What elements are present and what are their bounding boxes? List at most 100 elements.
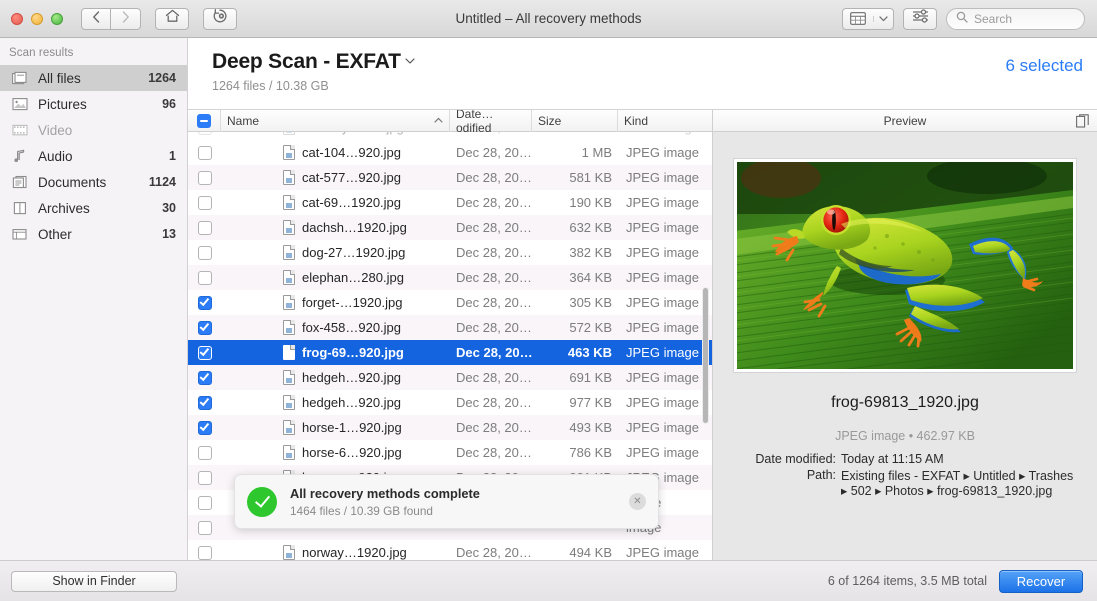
close-window-button[interactable] xyxy=(11,12,23,25)
sidebar-item-other[interactable]: Other 13 xyxy=(0,221,187,247)
row-checkbox-cell[interactable] xyxy=(188,365,221,390)
table-row[interactable]: hedgeh…920.jpg Dec 28, 20… 977 KB JPEG imag… xyxy=(188,390,712,415)
search-field[interactable]: Search xyxy=(946,7,1085,30)
row-checkbox-cell[interactable] xyxy=(188,415,221,440)
back-button[interactable] xyxy=(81,7,111,30)
row-checkbox[interactable] xyxy=(197,445,212,460)
selected-count-label[interactable]: 6 selected xyxy=(1006,50,1084,76)
column-header-size[interactable]: Size xyxy=(532,110,618,132)
column-header-name[interactable]: Name xyxy=(221,110,450,132)
row-checkbox-cell[interactable] xyxy=(188,165,221,190)
row-checkbox-cell[interactable] xyxy=(188,490,221,515)
column-header-label: Name xyxy=(227,113,260,128)
chevron-down-icon[interactable] xyxy=(405,56,415,68)
row-checkbox-cell[interactable] xyxy=(188,140,221,165)
row-checkbox-cell[interactable] xyxy=(188,215,221,240)
scan-info: Deep Scan - EXFAT 1264 files / 10.38 GB xyxy=(212,50,1006,93)
row-checkbox[interactable] xyxy=(197,395,212,410)
column-header-kind[interactable]: Kind xyxy=(618,110,712,132)
row-checkbox[interactable] xyxy=(197,420,212,435)
file-name-text: hedgeh…920.jpg xyxy=(302,370,402,385)
row-checkbox[interactable] xyxy=(197,545,212,560)
forward-button[interactable] xyxy=(111,7,141,30)
row-checkbox[interactable] xyxy=(197,520,212,535)
traffic-light-group xyxy=(0,12,63,25)
row-checkbox-cell[interactable] xyxy=(188,340,221,365)
row-checkbox-cell[interactable] xyxy=(188,440,221,465)
sidebar-item-all-files[interactable]: All files 1264 xyxy=(0,65,187,91)
sidebar-item-audio[interactable]: Audio 1 xyxy=(0,143,187,169)
session-history-button[interactable] xyxy=(203,7,237,30)
table-row[interactable]: horse-1…920.jpg Dec 28, 20… 493 KB JPEG ima… xyxy=(188,415,712,440)
row-checkbox[interactable] xyxy=(197,295,212,310)
table-row[interactable]: cat-577…920.jpg Dec 28, 20… 581 KB JPEG ima… xyxy=(188,165,712,190)
row-checkbox-cell[interactable] xyxy=(188,315,221,340)
sidebar-item-archives[interactable]: Archives 30 xyxy=(0,195,187,221)
table-row[interactable]: dog-27…1920.jpg Dec 28, 20… 382 KB JPEG ima… xyxy=(188,240,712,265)
view-mode-button[interactable] xyxy=(842,7,894,30)
home-button[interactable] xyxy=(155,7,189,30)
row-checkbox[interactable] xyxy=(197,220,212,235)
row-checkbox[interactable] xyxy=(197,320,212,335)
table-row[interactable]: frog-69…920.jpg Dec 28, 20… 463 KB JPEG ima… xyxy=(188,340,712,365)
sidebar-item-documents[interactable]: Documents 1124 xyxy=(0,169,187,195)
picture-icon xyxy=(12,97,29,112)
row-checkbox[interactable] xyxy=(197,470,212,485)
table-row[interactable]: cat-104…920.jpg Dec 28, 20… 1 MB JPEG image xyxy=(188,140,712,165)
file-name-text: norway…1920.jpg xyxy=(302,545,407,560)
table-row[interactable]: cat-69…1920.jpg Dec 28, 20… 190 KB JPEG ima… xyxy=(188,190,712,215)
file-name-text: dachsh…1920.jpg xyxy=(302,220,407,235)
copy-pages-icon[interactable] xyxy=(1076,114,1089,131)
recover-button[interactable]: Recover xyxy=(999,569,1083,593)
select-all-cell[interactable] xyxy=(188,110,221,132)
table-row-clipped[interactable]: butterfly…920.jpgDec 28, 20…161 KBJPEG i… xyxy=(188,132,712,140)
row-checkbox[interactable] xyxy=(197,495,212,510)
cell-kind: JPEG image xyxy=(626,445,699,460)
sidebar-item-pictures[interactable]: Pictures 96 xyxy=(0,91,187,117)
row-checkbox-cell[interactable] xyxy=(188,390,221,415)
row-checkbox[interactable] xyxy=(197,370,212,385)
table-row[interactable]: fox-458…920.jpg Dec 28, 20… 572 KB JPEG ima… xyxy=(188,315,712,340)
row-checkbox[interactable] xyxy=(197,270,212,285)
minimize-window-button[interactable] xyxy=(31,12,43,25)
row-checkbox-cell[interactable] xyxy=(188,240,221,265)
show-in-finder-button[interactable]: Show in Finder xyxy=(11,570,177,592)
row-checkbox-cell[interactable] xyxy=(188,290,221,315)
file-name-text: elephan…280.jpg xyxy=(302,270,404,285)
filter-options-button[interactable] xyxy=(903,7,937,30)
notification-toast: All recovery methods complete 1464 files… xyxy=(234,474,659,529)
sidebar-item-count: 13 xyxy=(162,227,176,241)
chevron-down-icon xyxy=(873,15,893,22)
maximize-window-button[interactable] xyxy=(51,12,63,25)
close-icon[interactable]: ✕ xyxy=(629,493,646,510)
search-placeholder: Search xyxy=(974,11,1013,26)
row-checkbox-cell[interactable] xyxy=(188,515,221,540)
sidebar-item-count: 1264 xyxy=(148,71,176,85)
table-row[interactable]: elephan…280.jpg Dec 28, 20… 364 KB JPEG ima… xyxy=(188,265,712,290)
row-checkbox[interactable] xyxy=(197,170,212,185)
row-checkbox-cell[interactable] xyxy=(188,265,221,290)
table-row[interactable]: dachsh…1920.jpg Dec 28, 20… 632 KB JPEG ima… xyxy=(188,215,712,240)
table-row[interactable]: norway…1920.jpg Dec 28, 20… 494 KB JPEG ima… xyxy=(188,540,712,560)
row-checkbox-cell[interactable] xyxy=(188,190,221,215)
row-checkbox[interactable] xyxy=(197,245,212,260)
select-all-checkbox[interactable] xyxy=(197,113,211,128)
row-checkbox-cell[interactable] xyxy=(188,540,221,560)
table-row[interactable]: hedgeh…920.jpg Dec 28, 20… 691 KB JPEG imag… xyxy=(188,365,712,390)
column-header-date-modified[interactable]: Date…odified xyxy=(450,110,532,135)
table-row[interactable]: horse-6…920.jpg Dec 28, 20… 786 KB JPEG ima… xyxy=(188,440,712,465)
table-row[interactable]: forget-…1920.jpg Dec 28, 20… 305 KB JPEG im… xyxy=(188,290,712,315)
row-checkbox-cell[interactable] xyxy=(188,465,221,490)
sidebar-item-video[interactable]: Video xyxy=(0,117,187,143)
preview-thumbnail-frame[interactable] xyxy=(734,159,1076,372)
row-checkbox[interactable] xyxy=(197,345,212,360)
scan-title-row[interactable]: Deep Scan - EXFAT xyxy=(212,50,1006,74)
cell-name: dachsh…1920.jpg xyxy=(221,215,450,240)
sidebar-item-label: All files xyxy=(38,70,81,86)
chevron-left-icon xyxy=(92,10,100,28)
row-checkbox[interactable] xyxy=(197,195,212,210)
cell-name: frog-69…920.jpg xyxy=(221,340,450,365)
row-checkbox[interactable] xyxy=(197,145,212,160)
selection-status: 6 of 1264 items, 3.5 MB total xyxy=(827,574,987,588)
sidebar-item-label: Documents xyxy=(38,174,107,190)
